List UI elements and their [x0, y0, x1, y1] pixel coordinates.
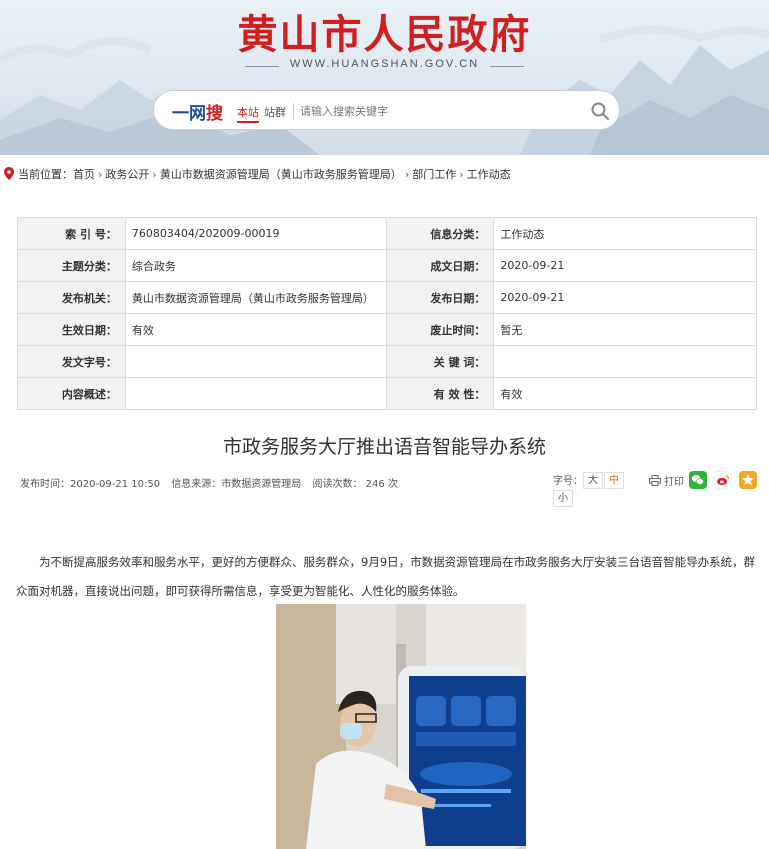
search-scope-site-group[interactable]: 站群	[264, 104, 286, 120]
breadcrumb-work-news[interactable]: 工作动态	[467, 168, 511, 181]
info-source: 信息来源：市数据资源管理局	[171, 479, 302, 490]
publish-date-value: 2020-09-21	[493, 281, 757, 314]
site-url-row: WWW.HUANGSHAN.GOV.CN	[0, 58, 769, 74]
effective-date-label: 生效日期：	[17, 313, 126, 346]
topic-category-value: 综合政务	[124, 249, 387, 282]
table-row: 发文字号： 关 键 词：	[17, 345, 757, 378]
font-size-medium-button[interactable]: 中	[604, 472, 624, 489]
validity-value: 有效	[493, 377, 757, 410]
table-row: 发布机关： 黄山市数据资源管理局（黄山市政务服务管理局） 发布日期： 2020-…	[17, 281, 757, 314]
table-row: 主题分类： 综合政务 成文日期： 2020-09-21	[17, 249, 757, 282]
print-label: 打印	[664, 477, 684, 488]
written-date-value: 2020-09-21	[493, 249, 757, 282]
star-icon	[742, 474, 754, 486]
issuing-authority-label: 发布机关：	[17, 281, 126, 314]
info-category-label: 信息分类：	[385, 217, 495, 250]
breadcrumb-prefix: 当前位置：	[18, 168, 73, 181]
breadcrumb-dept-work[interactable]: 部门工作	[412, 168, 456, 181]
document-number-value	[124, 345, 387, 378]
search-logo: 一网搜	[172, 99, 223, 124]
written-date-label: 成文日期：	[385, 249, 495, 282]
keywords-value	[493, 345, 757, 378]
breadcrumb-department[interactable]: 黄山市数据资源管理局（黄山市政务服务管理局）	[160, 168, 402, 181]
publish-time: 发布时间：2020-09-21 10:50	[20, 479, 161, 490]
breadcrumb-separator: ›	[98, 168, 103, 181]
breadcrumb-gov-affairs[interactable]: 政务公开	[105, 168, 149, 181]
keywords-label: 关 键 词：	[385, 345, 495, 378]
effective-date-value: 有效	[124, 313, 387, 346]
expiry-time-label: 废止时间：	[385, 313, 495, 346]
issuing-authority-value: 黄山市数据资源管理局（黄山市政务服务管理局）	[124, 281, 387, 314]
article-title: 市政务服务大厅推出语音智能导办系统	[222, 436, 546, 458]
share-wechat-button[interactable]	[689, 471, 707, 489]
site-url: WWW.HUANGSHAN.GOV.CN	[289, 58, 480, 70]
table-row: 索 引 号： 760803404/202009-00019 信息分类： 工作动态	[17, 217, 757, 250]
table-row: 生效日期： 有效 废止时间： 暂无	[17, 313, 757, 346]
wechat-icon	[691, 475, 704, 485]
font-size-large-button[interactable]: 大	[583, 472, 603, 489]
summary-label: 内容概述：	[17, 377, 126, 410]
photo-man-using-kiosk	[276, 604, 526, 849]
breadcrumb-separator: ›	[404, 168, 410, 181]
article-meta: 发布时间：2020-09-21 10:50 信息来源：市数据资源管理局 阅读次数…	[20, 475, 406, 490]
search-input[interactable]	[300, 101, 580, 121]
site-title: 黄山市人民政府	[237, 11, 532, 58]
share-favorite-button[interactable]	[739, 471, 757, 489]
header-banner: 黄山市人民政府 WWW.HUANGSHAN.GOV.CN 一网搜 本站 站群	[0, 0, 769, 155]
search-box: 一网搜 本站 站群	[153, 90, 620, 130]
breadcrumb-separator: ›	[152, 168, 157, 181]
font-size-label: 字号：	[553, 476, 583, 487]
search-scope-this-site[interactable]: 本站	[237, 104, 259, 123]
expiry-time-value: 暂无	[493, 313, 757, 346]
location-pin-icon	[4, 167, 14, 180]
breadcrumb-home[interactable]: 首页	[73, 168, 95, 181]
table-row: 内容概述： 有 效 性： 有效	[17, 377, 757, 410]
search-logo-accent: 搜	[206, 104, 223, 124]
publish-date-label: 发布日期：	[385, 281, 495, 314]
search-divider	[293, 103, 294, 119]
validity-label: 有 效 性：	[385, 377, 495, 410]
topic-category-label: 主题分类：	[17, 249, 126, 282]
index-number-value: 760803404/202009-00019	[124, 217, 387, 250]
article-photo	[276, 604, 526, 849]
font-size-small-button[interactable]: 小	[553, 490, 573, 507]
search-logo-text: 一网	[172, 104, 206, 124]
share-weibo-button[interactable]	[714, 471, 732, 489]
info-metadata-table: 索 引 号： 760803404/202009-00019 信息分类： 工作动态…	[17, 217, 757, 410]
info-category-value: 工作动态	[493, 217, 757, 250]
breadcrumb: 当前位置：首页 › 政务公开 › 黄山市数据资源管理局（黄山市政务服务管理局） › 部门工作…	[4, 166, 511, 182]
printer-icon	[649, 475, 661, 486]
article-body: 为不断提高服务效率和服务水平，更好的方便群众、服务群众，9月9日，市数据资源管理…	[16, 555, 756, 598]
weibo-icon	[717, 474, 730, 486]
search-icon[interactable]	[590, 101, 610, 121]
view-count: 阅读次数： 246 次	[312, 479, 398, 490]
document-number-label: 发文字号：	[17, 345, 126, 378]
summary-value	[124, 377, 387, 410]
breadcrumb-separator: ›	[459, 168, 464, 181]
print-button[interactable]: 打印	[649, 473, 684, 488]
index-number-label: 索 引 号：	[17, 217, 126, 250]
